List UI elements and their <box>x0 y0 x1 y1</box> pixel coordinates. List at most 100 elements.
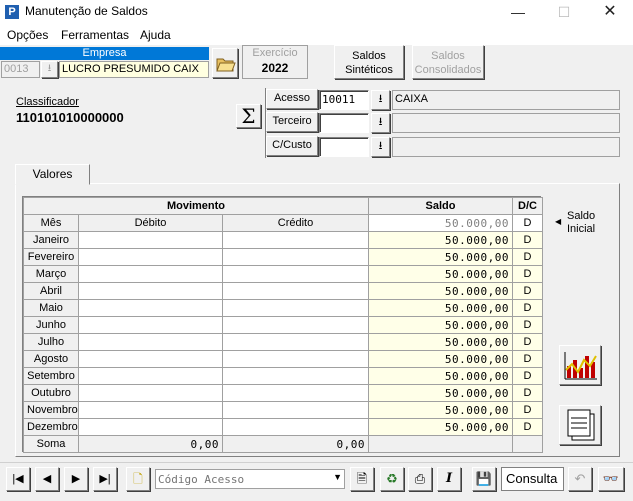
menu-opcoes[interactable]: Opções <box>7 28 48 42</box>
dc-cell[interactable]: D <box>512 350 543 368</box>
credito-cell[interactable] <box>222 350 369 368</box>
dc-cell[interactable]: D <box>512 418 543 436</box>
binoculars-icon[interactable]: 👓 <box>598 467 624 491</box>
sigma-button[interactable]: Σ <box>236 104 261 128</box>
report-button[interactable] <box>559 405 601 445</box>
acesso-lookup-icon[interactable]: ⭳ <box>371 90 390 110</box>
saldo-cell[interactable]: 50.000,00 <box>368 418 513 436</box>
debito-cell[interactable] <box>78 231 223 249</box>
credito-cell[interactable] <box>222 248 369 266</box>
saldo-cell[interactable]: 50.000,00 <box>368 248 513 266</box>
month-cell: Maio <box>23 299 79 317</box>
credito-cell[interactable] <box>222 367 369 385</box>
credito-cell[interactable] <box>222 282 369 300</box>
debito-cell[interactable] <box>78 333 223 351</box>
acesso-input[interactable]: 10011 <box>319 90 369 110</box>
consulta-mode-label: Consulta <box>501 467 564 491</box>
saldo-cell[interactable]: 50.000,00 <box>368 299 513 317</box>
dc-cell[interactable]: D <box>512 248 543 266</box>
debito-cell[interactable] <box>78 248 223 266</box>
debito-cell[interactable] <box>78 299 223 317</box>
saldo-cell[interactable]: 50.000,00 <box>368 316 513 334</box>
credito-cell[interactable] <box>222 333 369 351</box>
document-icon <box>567 409 595 441</box>
saldos-consolidados-button[interactable]: Saldos Consolidados <box>412 45 484 79</box>
debito-cell[interactable] <box>78 384 223 402</box>
credito-cell[interactable] <box>222 316 369 334</box>
credito-cell[interactable] <box>222 384 369 402</box>
debito-cell[interactable] <box>78 401 223 419</box>
chart-button[interactable] <box>559 345 601 385</box>
saldo-cell[interactable]: 50.000,00 <box>368 333 513 351</box>
dc-inicial-cell[interactable]: D <box>512 214 543 232</box>
dc-cell[interactable]: D <box>512 299 543 317</box>
dc-cell[interactable]: D <box>512 316 543 334</box>
dc-cell[interactable]: D <box>512 401 543 419</box>
first-record-icon[interactable]: |◀ <box>6 467 30 491</box>
saldo-cell[interactable]: 50.000,00 <box>368 384 513 402</box>
dc-cell[interactable]: D <box>512 282 543 300</box>
table-row: Novembro 50.000,00 D <box>23 401 543 419</box>
empresa-name-field[interactable]: LUCRO PRESUMIDO CAIX <box>59 61 209 78</box>
month-cell: Fevereiro <box>23 248 79 266</box>
debito-cell[interactable] <box>78 316 223 334</box>
minimize-button[interactable]: — <box>495 0 541 25</box>
credito-cell[interactable] <box>222 231 369 249</box>
previous-record-icon[interactable]: ◀ <box>35 467 59 491</box>
debito-cell[interactable] <box>78 367 223 385</box>
table-row: Fevereiro 50.000,00 D <box>23 248 543 266</box>
dc-cell[interactable]: D <box>512 265 543 283</box>
close-button[interactable]: ✕ <box>587 0 633 25</box>
month-cell: Junho <box>23 316 79 334</box>
open-folder-button[interactable] <box>212 48 238 78</box>
dc-cell[interactable]: D <box>512 384 543 402</box>
tab-valores[interactable]: Valores <box>15 164 90 185</box>
codigo-acesso-input[interactable] <box>158 471 328 487</box>
new-document-icon[interactable]: 🗋 <box>126 467 150 491</box>
dc-cell[interactable]: D <box>512 231 543 249</box>
dc-cell[interactable]: D <box>512 367 543 385</box>
terceiro-input[interactable] <box>319 113 369 133</box>
credito-cell[interactable] <box>222 265 369 283</box>
find-document-icon[interactable]: 🗎 <box>350 467 374 491</box>
saldos-sinteticos-line1: Saldos <box>352 50 386 62</box>
saldo-cell[interactable]: 50.000,00 <box>368 350 513 368</box>
saldo-inicial-line1: Saldo <box>567 210 596 222</box>
credito-cell[interactable] <box>222 401 369 419</box>
saldo-cell[interactable]: 50.000,00 <box>368 231 513 249</box>
italic-info-icon[interactable]: I <box>437 467 461 491</box>
credito-cell[interactable] <box>222 418 369 436</box>
saldo-cell[interactable]: 50.000,00 <box>368 282 513 300</box>
saldo-inicial-cell[interactable]: 50.000,00 <box>368 214 513 232</box>
saldo-cell[interactable]: 50.000,00 <box>368 401 513 419</box>
ccusto-input[interactable] <box>319 137 369 157</box>
recycle-bin-icon[interactable]: ♻ <box>380 467 404 491</box>
menu-ajuda[interactable]: Ajuda <box>140 28 171 42</box>
saldos-consolidados-line2: Consolidados <box>414 64 482 76</box>
maximize-button[interactable]: ☐ <box>541 0 587 25</box>
saldo-inicial-arrow-icon: ◀ <box>555 217 562 226</box>
ccusto-lookup-icon[interactable]: ⭳ <box>371 137 390 157</box>
month-cell: Agosto <box>23 350 79 368</box>
last-record-icon[interactable]: ▶| <box>93 467 117 491</box>
printer-icon[interactable]: ⎙ <box>408 467 432 491</box>
menu-ferramentas[interactable]: Ferramentas <box>61 28 129 42</box>
save-icon[interactable]: 💾 <box>472 467 496 491</box>
debito-cell[interactable] <box>78 418 223 436</box>
saldo-cell[interactable]: 50.000,00 <box>368 367 513 385</box>
saldo-cell[interactable]: 50.000,00 <box>368 265 513 283</box>
debito-cell[interactable] <box>78 350 223 368</box>
credito-cell[interactable] <box>222 299 369 317</box>
debito-cell[interactable] <box>78 265 223 283</box>
codigo-acesso-combo[interactable]: ▼ <box>155 469 345 489</box>
undo-icon[interactable]: ↶ <box>568 467 592 491</box>
next-record-icon[interactable]: ▶ <box>64 467 88 491</box>
empresa-dropdown-icon[interactable]: ⭳ <box>41 61 58 78</box>
dc-cell[interactable]: D <box>512 333 543 351</box>
soma-debito: 0,00 <box>78 435 223 453</box>
saldos-sinteticos-button[interactable]: Saldos Sintéticos <box>334 45 404 79</box>
table-row: Setembro 50.000,00 D <box>23 367 543 385</box>
debito-cell[interactable] <box>78 282 223 300</box>
chevron-down-icon[interactable]: ▼ <box>333 472 342 482</box>
terceiro-lookup-icon[interactable]: ⭳ <box>371 113 390 133</box>
